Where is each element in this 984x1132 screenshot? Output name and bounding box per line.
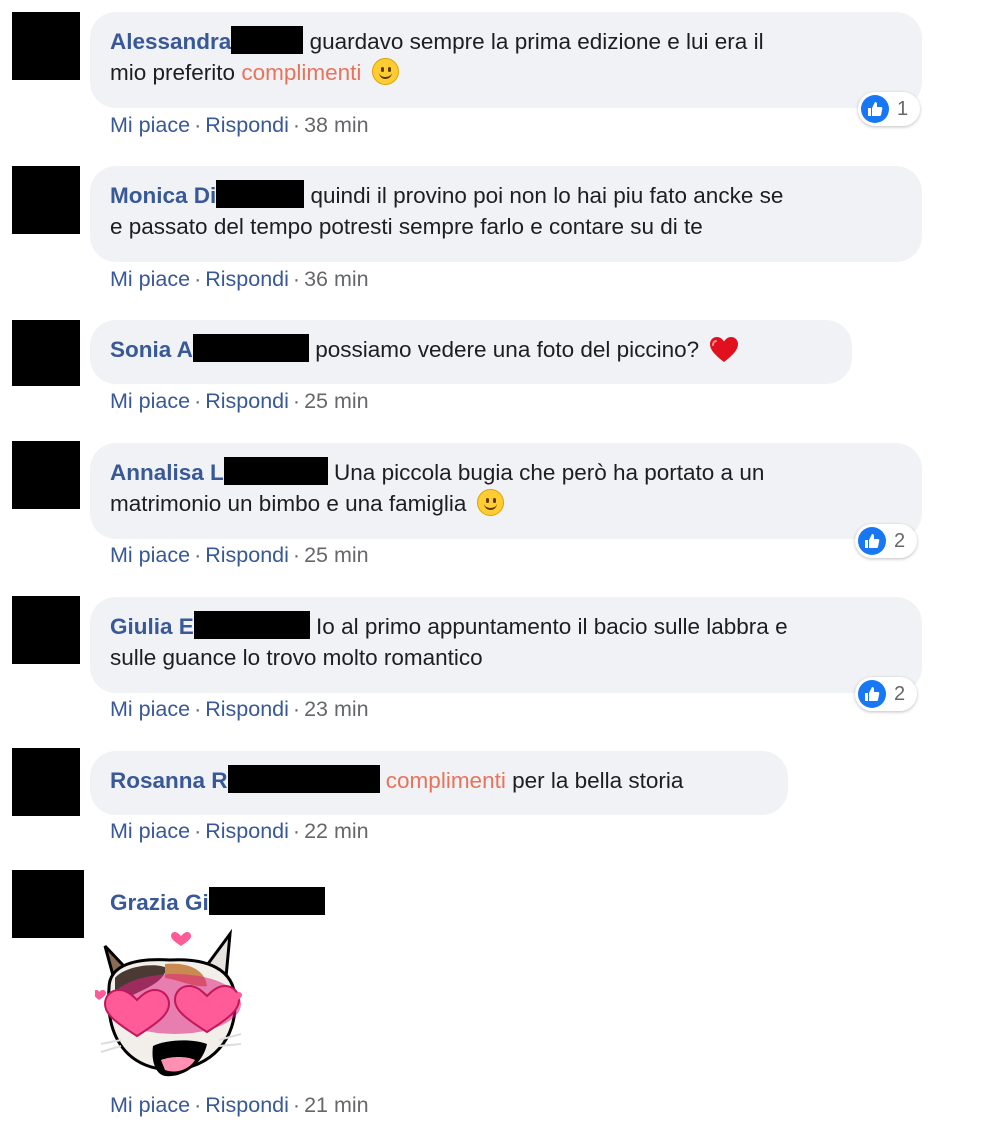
timestamp[interactable]: 25 min <box>304 389 369 413</box>
mention-link[interactable]: complimenti <box>241 60 361 85</box>
redacted-name <box>231 26 304 54</box>
comment-text: guardavo sempre la prima edizione e lui … <box>309 29 764 54</box>
comment-author[interactable]: Alessandra <box>110 29 231 54</box>
like-link[interactable]: Mi piace <box>110 819 190 843</box>
timestamp[interactable]: 23 min <box>304 697 369 721</box>
reaction-count[interactable]: 2 <box>855 524 917 558</box>
comment-text: mio preferito <box>110 60 242 85</box>
redacted-name <box>216 180 305 208</box>
like-link[interactable]: Mi piace <box>110 389 190 413</box>
timestamp[interactable]: 21 min <box>304 1093 369 1117</box>
red-heart-icon <box>709 336 739 371</box>
separator: · <box>292 267 301 291</box>
reaction-number: 2 <box>894 529 906 552</box>
comment-bubble: Rosanna R complimenti per la bella stori… <box>90 751 788 815</box>
reply-link[interactable]: Rispondi <box>205 543 289 567</box>
comment-author-row: Grazia Gi <box>110 887 325 918</box>
separator: · <box>194 819 202 843</box>
timestamp[interactable]: 36 min <box>304 267 369 291</box>
comment-text: matrimonio un bimbo e una famiglia <box>110 491 467 516</box>
comment-actions: Mi piace · Rispondi · 22 min <box>110 819 369 844</box>
comment-author[interactable]: Monica Di <box>110 183 216 208</box>
smiling-face-icon <box>476 489 504 516</box>
reply-link[interactable]: Rispondi <box>205 819 289 843</box>
comment-actions: Mi piace · Rispondi · 36 min <box>110 267 369 292</box>
separator: · <box>194 389 202 413</box>
reply-link[interactable]: Rispondi <box>205 697 289 721</box>
redacted-name <box>227 765 380 793</box>
heart-eyes-cat-sticker[interactable] <box>93 928 245 1078</box>
separator: · <box>292 389 301 413</box>
avatar[interactable] <box>12 166 80 234</box>
comment-text: Una piccola bugia che però ha portato a … <box>334 460 765 485</box>
like-reaction-icon <box>858 680 886 708</box>
like-reaction-icon <box>858 527 886 555</box>
comment-author[interactable]: Rosanna R <box>110 768 228 793</box>
like-link[interactable]: Mi piace <box>110 543 190 567</box>
reaction-number: 2 <box>894 682 906 705</box>
reaction-number: 1 <box>897 97 909 120</box>
redacted-name <box>192 334 309 362</box>
comment-text: possiamo vedere una foto del piccino? <box>315 337 700 362</box>
like-link[interactable]: Mi piace <box>110 113 190 137</box>
smiling-face-icon <box>371 58 399 85</box>
comment-text: quindi il provino poi non lo hai piu fat… <box>310 183 784 208</box>
like-link[interactable]: Mi piace <box>110 697 190 721</box>
comment-actions: Mi piace · Rispondi · 25 min <box>110 543 369 568</box>
comment-text: per la bella storia <box>505 768 684 793</box>
comment-author[interactable]: Annalisa L <box>110 460 224 485</box>
redacted-name <box>223 457 328 485</box>
comment-actions: Mi piace · Rispondi · 21 min <box>110 1093 369 1118</box>
separator: · <box>292 819 301 843</box>
reply-link[interactable]: Rispondi <box>205 113 289 137</box>
comment-actions: Mi piace · Rispondi · 25 min <box>110 389 369 414</box>
separator: · <box>194 543 202 567</box>
avatar[interactable] <box>12 748 80 816</box>
comment-text: Io al primo appuntamento il bacio sulle … <box>316 614 788 639</box>
redacted-name <box>208 887 325 915</box>
comment-actions: Mi piace · Rispondi · 38 min <box>110 113 369 138</box>
comment-bubble: Sonia A possiamo vedere una foto del pic… <box>90 320 852 384</box>
separator: · <box>292 1093 301 1117</box>
separator: · <box>292 113 301 137</box>
separator: · <box>194 267 202 291</box>
reaction-count[interactable]: 1 <box>858 92 920 126</box>
timestamp[interactable]: 25 min <box>304 543 369 567</box>
comment-author[interactable]: Grazia Gi <box>110 890 209 915</box>
avatar[interactable] <box>12 870 84 938</box>
reply-link[interactable]: Rispondi <box>205 389 289 413</box>
separator: · <box>292 697 301 721</box>
reaction-count[interactable]: 2 <box>855 677 917 711</box>
avatar[interactable] <box>12 12 80 80</box>
separator: · <box>194 1093 202 1117</box>
comment-author[interactable]: Sonia A <box>110 337 193 362</box>
timestamp[interactable]: 38 min <box>304 113 369 137</box>
comment-text: e passato del tempo potresti sempre farl… <box>110 214 703 239</box>
avatar[interactable] <box>12 320 80 386</box>
avatar[interactable] <box>12 596 80 664</box>
separator: · <box>292 543 301 567</box>
comment-bubble: Monica Di quindi il provino poi non lo h… <box>90 166 922 262</box>
comment-bubble: Alessandra guardavo sempre la prima ediz… <box>90 12 922 108</box>
comment-bubble: Giulia E Io al primo appuntamento il bac… <box>90 597 922 693</box>
comment-bubble: Annalisa L Una piccola bugia che però ha… <box>90 443 922 539</box>
like-reaction-icon <box>861 95 889 123</box>
redacted-name <box>193 611 310 639</box>
avatar[interactable] <box>12 441 80 509</box>
separator: · <box>194 113 202 137</box>
separator: · <box>194 697 202 721</box>
comment-actions: Mi piace · Rispondi · 23 min <box>110 697 369 722</box>
reply-link[interactable]: Rispondi <box>205 1093 289 1117</box>
timestamp[interactable]: 22 min <box>304 819 369 843</box>
comment-author[interactable]: Giulia E <box>110 614 194 639</box>
mention-link[interactable]: complimenti <box>386 768 506 793</box>
like-link[interactable]: Mi piace <box>110 1093 190 1117</box>
like-link[interactable]: Mi piace <box>110 267 190 291</box>
reply-link[interactable]: Rispondi <box>205 267 289 291</box>
comment-text: sulle guance lo trovo molto romantico <box>110 645 483 670</box>
